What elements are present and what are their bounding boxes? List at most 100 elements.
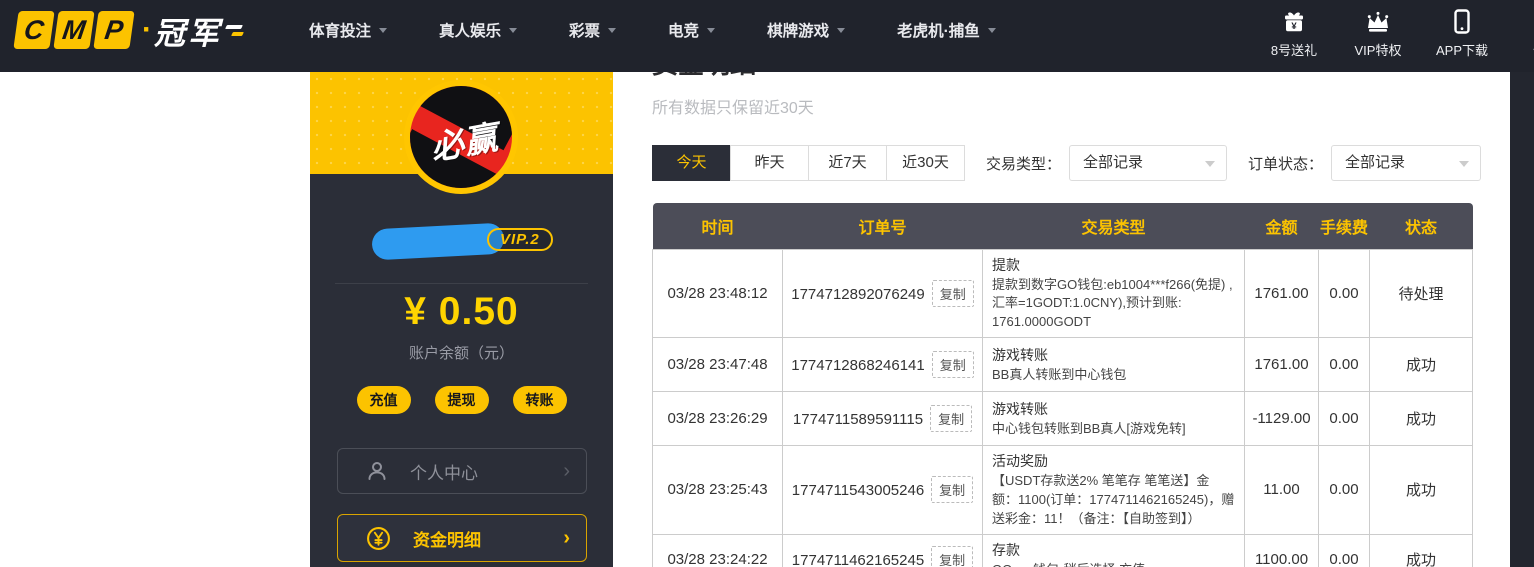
order-status-select[interactable]: 全部记录 bbox=[1331, 145, 1482, 181]
chevron-down-icon bbox=[608, 27, 617, 33]
header-status: 状态 bbox=[1369, 203, 1473, 249]
table-row: 03/28 23:25:43 1774711543005246 复制 活动奖励 【… bbox=[652, 445, 1473, 535]
nav-item-sports[interactable]: 体育投注 bbox=[309, 19, 388, 41]
retention-note: 所有数据只保留近30天 bbox=[652, 100, 814, 117]
copy-button[interactable]: 复制 bbox=[930, 405, 973, 433]
chevron-down-icon bbox=[987, 27, 996, 33]
crown-icon bbox=[1365, 8, 1391, 36]
order-status-label: 订单状态： bbox=[1248, 155, 1324, 173]
nav-item-label: 体育投注 bbox=[309, 23, 372, 40]
top-nav: C M P · 冠军 体育投注 真人娱乐 彩票 电竞 棋牌游戏 老虎机·捕鱼 ¥… bbox=[0, 0, 1534, 72]
sidebar-item-funds-detail[interactable]: 资金明细 › bbox=[337, 514, 587, 562]
nav-item-board-games[interactable]: 棋牌游戏 bbox=[767, 19, 846, 41]
chevron-down-icon bbox=[837, 27, 846, 33]
nav-item-label: 真人娱乐 bbox=[439, 23, 502, 40]
cell-fee: 0.00 bbox=[1318, 533, 1370, 567]
nav-item-live-casino[interactable]: 真人娱乐 bbox=[439, 19, 518, 41]
nav-item-label: 电竞 bbox=[668, 23, 700, 40]
order-number: 1774711462165245 bbox=[791, 551, 925, 567]
type-desc: 中心钱包转账到BB真人[游戏免转] bbox=[992, 420, 1186, 436]
transaction-type-label: 交易类型： bbox=[986, 155, 1062, 173]
table-row: 03/28 23:48:12 1774712892076249 复制 提款 提款到… bbox=[652, 248, 1473, 339]
type-name: 提款 bbox=[992, 256, 1020, 273]
chevron-right-icon: › bbox=[563, 527, 570, 549]
deposit-button[interactable]: 充值 bbox=[356, 386, 411, 414]
cell-order: 1774711589591115 复制 bbox=[782, 391, 983, 447]
status-badge: 成功 bbox=[1369, 391, 1473, 447]
chevron-right-icon: › bbox=[563, 460, 570, 482]
cell-fee: 0.00 bbox=[1318, 391, 1370, 447]
logo-decoration bbox=[225, 24, 244, 36]
vip-level-badge: VIP.2 bbox=[487, 228, 553, 251]
sidebar-item-personal-center[interactable]: 个人中心 › bbox=[337, 448, 587, 494]
username-redacted bbox=[371, 222, 505, 261]
quick-link-app-download[interactable]: APP下载 bbox=[1430, 8, 1494, 59]
logo-letter: C bbox=[13, 11, 55, 49]
logo-name: 冠军 bbox=[154, 15, 222, 51]
header-order: 订单号 bbox=[782, 203, 983, 249]
header-time: 时间 bbox=[652, 203, 783, 249]
nav-item-label: 老虎机·捕鱼 bbox=[897, 23, 980, 40]
nav-item-label: 棋牌游戏 bbox=[767, 23, 830, 40]
copy-button[interactable]: 复制 bbox=[931, 351, 974, 379]
type-name: 游戏转账 bbox=[992, 346, 1048, 363]
avatar[interactable]: 必赢 bbox=[404, 80, 518, 194]
nav-item-slots-fishing[interactable]: 老虎机·捕鱼 bbox=[897, 19, 996, 41]
cell-fee: 0.00 bbox=[1318, 337, 1370, 393]
tab-yesterday[interactable]: 昨天 bbox=[730, 145, 809, 181]
quick-link-label: VIP特权 bbox=[1354, 43, 1402, 58]
cell-order: 1774711462165245 复制 bbox=[782, 533, 983, 567]
type-desc: 提款到数字GO钱包:eb1004***f266(免提) ,汇率=1GODT:1.… bbox=[992, 276, 1233, 330]
order-number: 1774711543005246 bbox=[791, 482, 925, 500]
cell-amount: 11.00 bbox=[1244, 445, 1319, 535]
nav-item-lottery[interactable]: 彩票 bbox=[569, 19, 617, 41]
cell-type: 游戏转账 中心钱包转账到BB真人[游戏免转] bbox=[982, 391, 1245, 447]
logo-dot: · bbox=[142, 13, 152, 46]
tab-today[interactable]: 今天 bbox=[652, 145, 731, 181]
withdraw-button[interactable]: 提现 bbox=[434, 386, 489, 414]
type-desc: GOpay钱包-稍后选择 充值 bbox=[992, 561, 1235, 567]
avatar-text: 必赢 bbox=[427, 118, 502, 167]
status-badge: 待处理 bbox=[1369, 248, 1473, 339]
cell-time: 03/28 23:25:43 bbox=[652, 445, 783, 535]
person-icon bbox=[366, 460, 388, 482]
copy-button[interactable]: 复制 bbox=[931, 545, 974, 567]
transaction-type-select[interactable]: 全部记录 bbox=[1069, 145, 1228, 181]
user-sidebar: 必赢 VIP.2 ¥ 0.50 账户余额（元） 充值 提现 转账 个人中心 › bbox=[310, 60, 613, 567]
quick-link-promo[interactable]: 优惠 bbox=[1514, 8, 1534, 59]
cell-time: 03/28 23:24:22 bbox=[652, 533, 783, 567]
tab-last30days[interactable]: 近30天 bbox=[886, 145, 965, 181]
tab-last7days[interactable]: 近7天 bbox=[808, 145, 887, 181]
brand-logo[interactable]: C M P · 冠军 bbox=[13, 8, 244, 53]
status-badge: 成功 bbox=[1369, 445, 1473, 535]
cell-fee: 0.00 bbox=[1318, 248, 1370, 339]
type-desc: BB真人转账到中心钱包 bbox=[992, 366, 1127, 382]
chevron-down-icon bbox=[509, 27, 518, 33]
chevron-down-icon bbox=[1459, 161, 1470, 167]
sidebar-item-label: 个人中心 bbox=[410, 463, 478, 483]
money-coin-icon bbox=[366, 526, 391, 551]
nav-item-esports[interactable]: 电竞 bbox=[668, 19, 716, 41]
transfer-button[interactable]: 转账 bbox=[512, 386, 567, 414]
copy-button[interactable]: 复制 bbox=[931, 279, 974, 307]
status-badge: 成功 bbox=[1369, 533, 1473, 567]
logo-letter: M bbox=[53, 11, 95, 49]
type-name: 存款 bbox=[992, 541, 1020, 558]
cell-order: 1774711543005246 复制 bbox=[782, 445, 983, 535]
quick-link-vip[interactable]: VIP特权 bbox=[1346, 8, 1410, 59]
nav-links: 体育投注 真人娱乐 彩票 电竞 棋牌游戏 老虎机·捕鱼 bbox=[309, 19, 996, 41]
cell-order: 1774712868246141 复制 bbox=[782, 337, 983, 393]
cell-type: 存款 GOpay钱包-稍后选择 充值 bbox=[982, 533, 1245, 567]
nav-item-label: 彩票 bbox=[569, 23, 601, 40]
wallet-actions: 充值 提现 转账 bbox=[310, 386, 613, 414]
header-fee: 手续费 bbox=[1318, 203, 1370, 249]
cell-time: 03/28 23:48:12 bbox=[652, 248, 783, 339]
copy-button[interactable]: 复制 bbox=[931, 476, 974, 504]
type-desc: 【USDT存款送2% 笔笔存 笔笔送】金额：1100(订单：1774711462… bbox=[992, 473, 1235, 526]
cell-order: 1774712892076249 复制 bbox=[782, 248, 983, 339]
sidebar-item-label: 资金明细 bbox=[413, 530, 481, 550]
cell-type: 提款 提款到数字GO钱包:eb1004***f266(免提) ,汇率=1GODT… bbox=[982, 248, 1245, 339]
cell-amount: 1761.00 bbox=[1244, 248, 1319, 339]
table-header-row: 时间 订单号 交易类型 金额 手续费 状态 bbox=[652, 203, 1473, 249]
quick-link-gift[interactable]: ¥ 8号送礼 bbox=[1262, 8, 1326, 59]
